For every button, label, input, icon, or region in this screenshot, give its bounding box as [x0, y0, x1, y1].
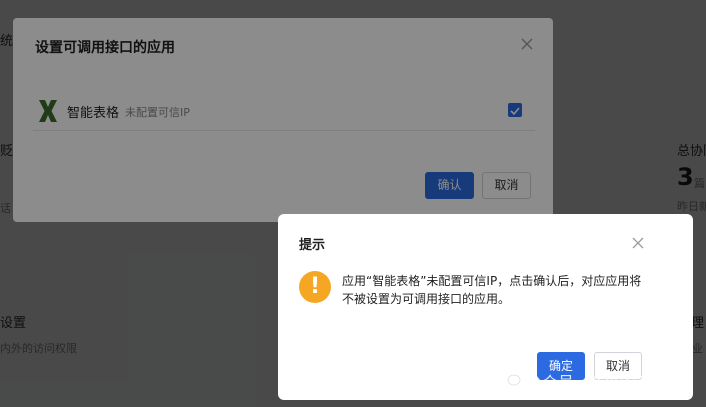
watermark: 公众号 · IT小农工	[526, 373, 652, 392]
close-icon[interactable]	[631, 236, 645, 250]
tip-message: 应用“智能表格”未配置可信IP，点击确认后，对应应用将不被设置为可调用接口的应用…	[342, 274, 642, 306]
tip-dialog-title: 提示	[299, 238, 326, 253]
wechat-icon	[500, 371, 521, 386]
warning-icon: !	[299, 271, 331, 303]
